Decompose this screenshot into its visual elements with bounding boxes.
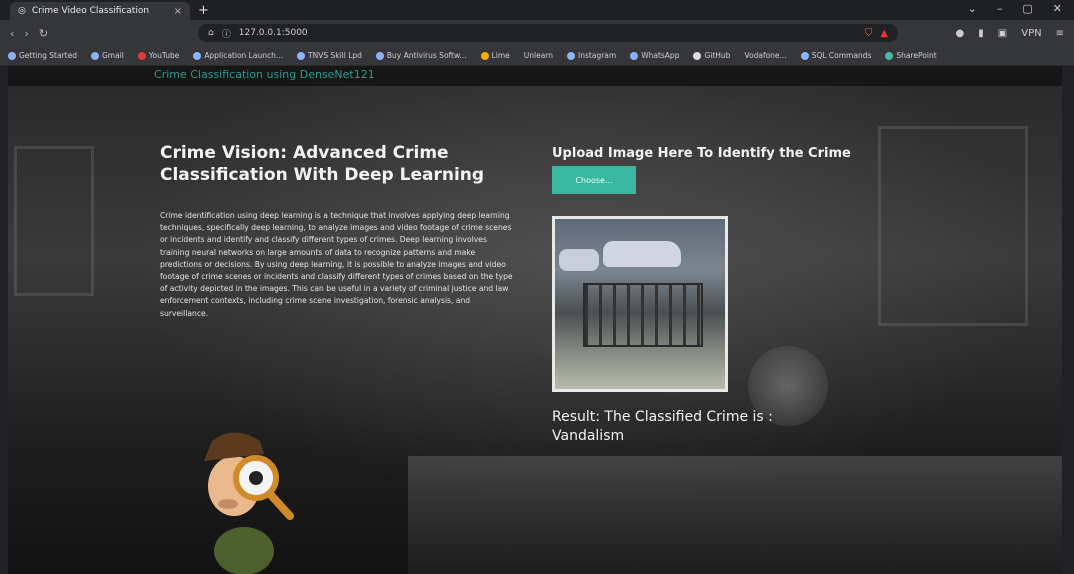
- description-text: Crime identification using deep learning…: [160, 211, 513, 318]
- bookmark-item[interactable]: YouTube: [137, 51, 179, 60]
- window-icon[interactable]: ▣: [998, 28, 1007, 39]
- result-text: Result: The Classified Crime is : Vandal…: [552, 408, 842, 446]
- bookmark-item[interactable]: Vodafone...: [744, 51, 786, 60]
- mascot-mouth: [218, 499, 238, 509]
- mascot-eye: [249, 471, 263, 485]
- result-value: Vandalism: [552, 428, 625, 444]
- sidebar-icon[interactable]: ▮: [978, 28, 984, 39]
- bookmark-item[interactable]: GitHub: [693, 51, 730, 60]
- uploaded-image-preview: [552, 216, 728, 392]
- bookmark-item[interactable]: SharePoint: [885, 51, 937, 60]
- detective-mascot: [204, 432, 294, 574]
- bookmark-icon: [375, 51, 384, 60]
- bookmark-icon: [567, 51, 576, 60]
- window-controls: ⌄ – ▢ ✕: [968, 2, 1062, 15]
- minimize-icon[interactable]: –: [997, 2, 1003, 15]
- background-desk: [408, 456, 1062, 574]
- bookmark-icon: [91, 51, 99, 60]
- page-content: Crime Vision: Advanced Crime Classificat…: [8, 86, 1062, 574]
- browser-toolbar: ‹ › ↻ ⌂ ⓘ 127.0.0.1:5000 ⛉ ▲ ● ▮ ▣ VPN ≡: [0, 20, 1074, 46]
- github-icon: [693, 51, 702, 60]
- extension-icon[interactable]: ▲: [880, 28, 888, 39]
- url-text: 127.0.0.1:5000: [238, 28, 308, 38]
- bookmark-item[interactable]: Lime: [480, 51, 510, 60]
- bookmark-icon: [630, 51, 639, 60]
- menu-icon[interactable]: ≡: [1056, 28, 1064, 39]
- bookmark-item[interactable]: Application Launch...: [193, 51, 283, 60]
- toolbar-right: ● ▮ ▣ VPN ≡: [956, 28, 1064, 39]
- bookmark-page-icon[interactable]: ⌂: [208, 28, 214, 38]
- bookmark-item[interactable]: WhatsApp: [630, 51, 679, 60]
- bookmark-item[interactable]: Gmail: [91, 51, 124, 60]
- result-label: Result: The Classified Crime is :: [552, 409, 773, 425]
- upload-heading: Upload Image Here To Identify the Crime: [552, 146, 851, 161]
- page-title: Crime Vision: Advanced Crime Classificat…: [160, 143, 485, 185]
- vpn-icon[interactable]: VPN: [1021, 28, 1041, 39]
- new-tab-icon[interactable]: +: [198, 3, 209, 18]
- brand-link[interactable]: Crime Classification using DenseNet121: [154, 68, 375, 81]
- globe-icon: ◎: [18, 6, 26, 16]
- car-shape: [603, 241, 681, 267]
- chevron-down-icon[interactable]: ⌄: [968, 2, 977, 15]
- background-window: [878, 126, 1028, 326]
- gate-shape: [583, 283, 703, 347]
- maximize-icon[interactable]: ▢: [1022, 2, 1032, 15]
- browser-tab[interactable]: ◎ Crime Video Classification ×: [10, 2, 190, 20]
- bookmark-item[interactable]: SQL Commands: [800, 51, 871, 60]
- bell-icon[interactable]: ●: [956, 28, 965, 39]
- bookmark-icon: [480, 51, 489, 60]
- forward-icon[interactable]: ›: [24, 27, 28, 40]
- sharepoint-icon: [885, 51, 894, 60]
- bookmark-item[interactable]: Unlearn: [524, 51, 553, 60]
- site-navbar: Crime Classification using DenseNet121: [8, 66, 1062, 86]
- close-tab-icon[interactable]: ×: [174, 6, 182, 17]
- bookmark-icon: [297, 51, 305, 60]
- close-window-icon[interactable]: ✕: [1053, 2, 1062, 15]
- bookmark-item[interactable]: Getting Started: [8, 51, 77, 60]
- car-shape: [559, 249, 599, 271]
- bookmark-icon: [193, 51, 202, 60]
- mascot-body: [214, 527, 274, 574]
- bookmark-icon: [137, 51, 146, 60]
- choose-file-button[interactable]: Choose...: [552, 166, 636, 194]
- bookmark-item[interactable]: TNVS Skill Lpd: [297, 51, 362, 60]
- browser-tab-bar: ◎ Crime Video Classification × + ⌄ – ▢ ✕: [0, 0, 1074, 20]
- reload-icon[interactable]: ↻: [39, 27, 48, 40]
- bookmark-icon: [8, 51, 16, 60]
- bookmark-item[interactable]: Buy Antivirus Softw...: [375, 51, 467, 60]
- bookmark-icon: [800, 51, 809, 60]
- magnifier-handle: [266, 490, 294, 520]
- shield-icon[interactable]: ⛉: [865, 28, 873, 39]
- bookmark-item[interactable]: Instagram: [567, 51, 616, 60]
- site-info-icon[interactable]: ⓘ: [222, 27, 231, 40]
- background-window: [14, 146, 94, 296]
- bookmarks-bar: Getting Started Gmail YouTube Applicatio…: [0, 46, 1074, 66]
- address-bar[interactable]: ⌂ ⓘ 127.0.0.1:5000 ⛉ ▲: [198, 24, 899, 42]
- tab-title: Crime Video Classification: [31, 6, 150, 16]
- back-icon[interactable]: ‹: [10, 27, 14, 40]
